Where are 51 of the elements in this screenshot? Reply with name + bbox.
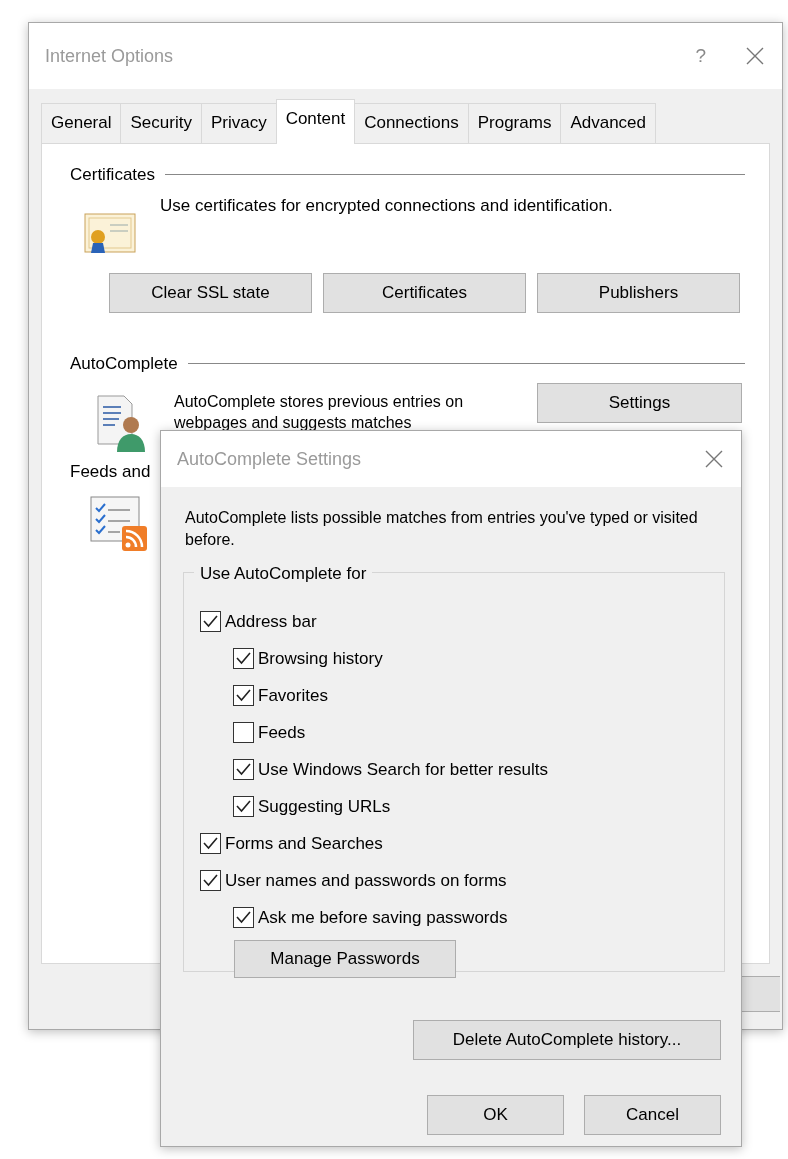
feed-list-icon	[90, 496, 148, 552]
delete-history-button[interactable]: Delete AutoComplete history...	[413, 1020, 721, 1061]
checkbox-label: Forms and Searches	[225, 832, 383, 855]
person-document-icon	[97, 394, 147, 453]
check-icon	[236, 800, 251, 814]
tab[interactable]: Content	[275, 99, 356, 144]
description-text: AutoComplete lists possible matches from entries you've typed or visited before.	[185, 508, 699, 550]
certificate-icon	[84, 211, 136, 255]
checkbox[interactable]	[233, 648, 254, 670]
window-title: Internet Options	[45, 44, 174, 68]
checkbox[interactable]	[233, 759, 254, 781]
check-icon	[203, 615, 218, 629]
dialog-button[interactable]: Cancel	[584, 1095, 721, 1136]
checkbox[interactable]	[233, 722, 254, 744]
section-heading: AutoComplete	[70, 353, 178, 375]
checkbox[interactable]	[233, 907, 254, 929]
check-icon	[236, 911, 251, 925]
check-icon	[236, 763, 251, 777]
check-icon	[236, 652, 251, 666]
help-button[interactable]: ?	[695, 41, 706, 71]
tab[interactable]: General	[41, 103, 122, 143]
settings-button[interactable]: Settings	[537, 382, 742, 423]
dialog-button[interactable]: Clear SSL state	[109, 273, 312, 313]
description-text: AutoComplete stores previous entries on webpages and suggests matches	[174, 391, 465, 434]
checkbox-label: Feeds	[258, 721, 306, 744]
check-icon	[203, 837, 218, 851]
description-text: Use certificates for encrypted connections and identification.	[160, 195, 613, 217]
checkbox[interactable]	[233, 685, 254, 707]
checkbox[interactable]	[200, 611, 221, 633]
checkbox[interactable]	[200, 870, 221, 892]
checkbox-label: Address bar	[225, 610, 317, 633]
window-title: AutoComplete Settings	[177, 447, 362, 471]
manage-passwords-button[interactable]: Manage Passwords	[234, 940, 456, 979]
dialog-button[interactable]: OK	[427, 1095, 564, 1136]
checkbox-label: Suggesting URLs	[258, 795, 391, 818]
checkbox-label: Ask me before saving passwords	[258, 906, 508, 929]
checkbox-label: Browsing history	[258, 647, 383, 670]
dialog-button[interactable]: Certificates	[323, 273, 526, 313]
checkbox-label: Use Windows Search for better results	[258, 758, 549, 781]
checkbox[interactable]	[233, 796, 254, 818]
check-icon	[203, 874, 218, 888]
checkbox[interactable]	[200, 833, 221, 855]
section-heading: Certificates	[70, 163, 156, 186]
close-icon[interactable]	[705, 450, 723, 468]
checkbox-label: Favorites	[258, 684, 328, 707]
checkbox-label: User names and passwords on forms	[225, 869, 507, 892]
close-icon[interactable]	[746, 47, 764, 65]
check-icon	[236, 689, 251, 703]
section-heading: Feeds and	[70, 460, 151, 483]
dialog-button[interactable]: Publishers	[537, 273, 740, 313]
tab[interactable]: Advanced	[560, 103, 656, 143]
